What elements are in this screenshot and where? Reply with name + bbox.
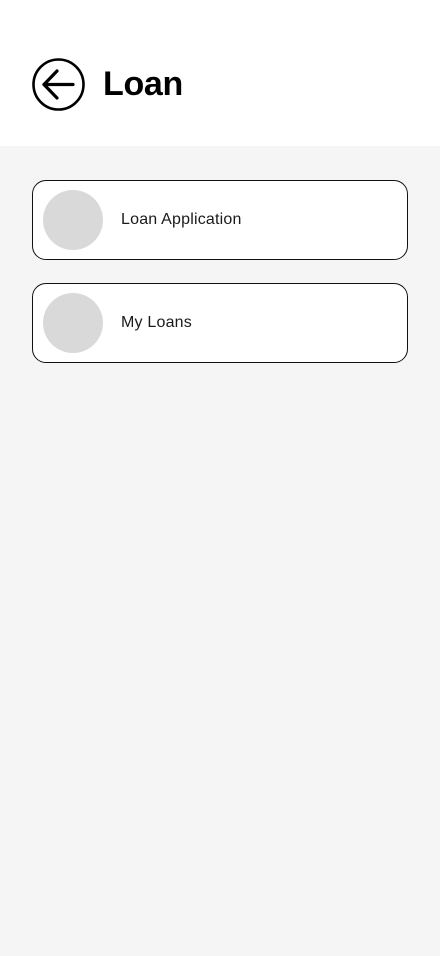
menu-item-label: Loan Application — [121, 211, 242, 228]
app-header: Loan — [0, 0, 440, 146]
page-title: Loan — [103, 65, 184, 103]
menu-item-loan-application[interactable]: Loan Application — [32, 180, 408, 260]
menu-item-my-loans[interactable]: My Loans — [32, 283, 408, 363]
my-loans-avatar — [43, 293, 103, 353]
loan-menu-list: Loan Application My Loans — [32, 180, 408, 386]
back-button[interactable] — [32, 58, 85, 111]
arrow-left-circle-icon — [32, 58, 85, 111]
menu-item-label: My Loans — [121, 314, 192, 331]
loan-application-avatar — [43, 190, 103, 250]
